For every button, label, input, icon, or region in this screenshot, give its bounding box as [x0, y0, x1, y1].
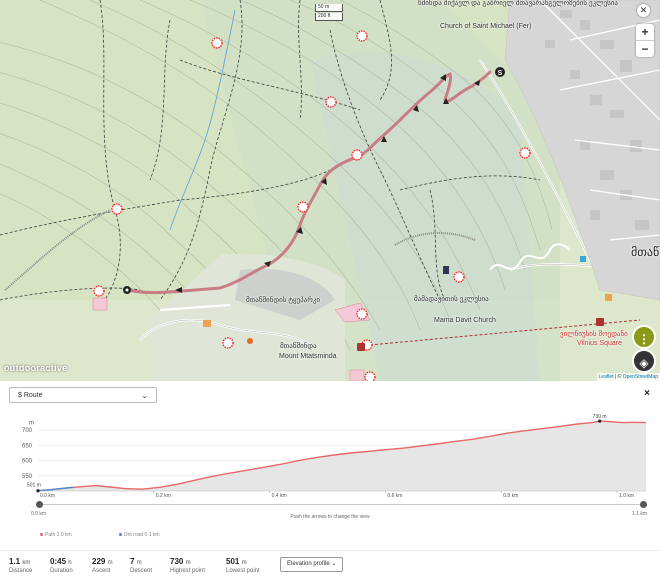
stat-ascent-unit: m — [107, 560, 113, 566]
peak-elevation-label: 730 m — [593, 414, 607, 420]
stat-duration: 0:45 h Duration — [50, 557, 73, 574]
mount-mtatsminda-label: Mount Mtatsminda — [279, 353, 337, 360]
stat-highest-point: 730 m Highest point — [170, 557, 205, 574]
x-tick-label: 0.0 km — [40, 493, 55, 497]
mtatsminda-park-label: მთაწმინდის ტყეპარკი — [246, 297, 320, 304]
stat-ascent: 229 m Ascent — [92, 557, 113, 574]
stat-ascent-label: Ascent — [92, 568, 111, 574]
chevron-down-icon: ⌄ — [141, 391, 148, 400]
zoom-out-button[interactable]: − — [636, 41, 654, 57]
chevron-down-icon: ⌄ — [331, 561, 337, 567]
x-tick-label: 1.0 km — [619, 493, 634, 497]
zoom-in-button[interactable]: + — [636, 24, 654, 41]
vilnius-label-ka: ვილნიუსის მოედანი — [560, 331, 628, 338]
stat-duration-value: 0:45 — [50, 557, 67, 566]
x-tick-label: 0.2 km — [156, 493, 171, 497]
map-close-icon[interactable]: ✕ — [637, 4, 650, 17]
elevation-profile-label: Elevation profile — [287, 561, 330, 567]
scale-metric: 50 m — [315, 4, 343, 12]
slider-hint: Push the arrows to change the view — [290, 514, 370, 520]
legend-dirt-road: Dirt road 0.1 km — [119, 532, 160, 538]
elevation-chart[interactable]: 550 600 650 700m 0.0 km 0.2 km 0.4 km 0.6 km 0.8… — [0, 409, 660, 497]
stat-lowest-value: 501 — [226, 557, 240, 566]
y-tick-label: 600 — [22, 459, 33, 465]
stat-descent-label: Descent — [130, 568, 153, 574]
y-axis-unit: m — [29, 421, 34, 427]
stat-duration-unit: h — [68, 560, 72, 566]
panel-close-icon[interactable]: × — [644, 388, 650, 399]
legend-dirt-road-label: Dirt road 0.1 km — [124, 532, 160, 538]
stat-lowest-point: 501 m Lowest point — [226, 557, 260, 574]
mama-daviti-label-en: Mama Davit Church — [434, 317, 496, 324]
mama-daviti-label-ka: მამადავითის ეკლესია — [414, 296, 489, 303]
svg-text:S: S — [498, 70, 503, 77]
church-label-en: Church of Saint Michael (Fer) — [440, 23, 532, 30]
y-tick-label: 650 — [22, 443, 33, 449]
stat-descent: 7 m Descent — [130, 557, 152, 574]
more-options-icon[interactable]: ⋮ — [632, 325, 656, 349]
district-label: მთაწ — [631, 245, 660, 259]
zoom-control: + − — [636, 24, 654, 57]
start-point-marker — [36, 489, 40, 493]
map-scale: 50 m 200 ft — [315, 4, 343, 22]
start-elevation-label: 501 m — [27, 483, 41, 489]
stat-descent-value: 7 — [130, 557, 135, 566]
scale-imperial: 200 ft — [315, 13, 343, 21]
elevation-panel: $ Route ⌄ × 550 600 650 700 m 0.0 km 0.2 km 0.4… — [0, 381, 660, 577]
stat-distance-unit: km — [22, 560, 31, 566]
stat-highest-label: Highest point — [170, 568, 206, 574]
stat-distance-value: 1.1 — [9, 557, 21, 566]
osm-link[interactable]: OpenStreetMap — [623, 374, 658, 380]
y-tick-label: 550 — [22, 474, 33, 480]
map-view[interactable]: S წმინდა მიქაელ და გაბრიელ მთავარანგელოზ… — [0, 0, 660, 381]
x-tick-label: 0.4 km — [272, 493, 287, 497]
range-slider-start-handle[interactable] — [36, 501, 43, 508]
stat-highest-value: 730 — [170, 557, 184, 566]
stat-lowest-unit: m — [241, 560, 247, 566]
range-slider-end-handle[interactable] — [640, 501, 647, 508]
legend-dirt-road-dot — [119, 533, 122, 537]
elevation-area — [38, 421, 646, 491]
stat-lowest-label: Lowest point — [226, 568, 260, 574]
vilnius-label-en: Vilnius Square — [577, 340, 623, 347]
legend-path: Path 1.0 km — [40, 532, 72, 538]
route-select-value: Route — [23, 392, 43, 399]
stat-highest-unit: m — [185, 560, 191, 566]
stat-duration-label: Duration — [50, 568, 73, 574]
range-slider-track[interactable] — [40, 504, 643, 505]
brand-logo: outdooractive — [4, 363, 68, 373]
mtatsminda-label: მთაწმინდა — [280, 343, 317, 350]
x-tick-label: 0.8 km — [503, 493, 518, 497]
layers-icon[interactable]: ◈ — [632, 349, 656, 373]
stats-divider — [0, 550, 660, 551]
map-attribution: Leaflet | © OpenStreetMap — [596, 373, 660, 381]
attribution-separator: | © — [613, 374, 623, 380]
route-select[interactable]: $ Route ⌄ — [9, 387, 157, 403]
stat-distance: 1.1 km Distance — [9, 557, 32, 574]
y-tick-label: 700 — [22, 428, 33, 434]
leaflet-link[interactable]: Leaflet — [599, 374, 614, 380]
x-tick-label: 0.6 km — [387, 493, 402, 497]
stat-descent-unit: m — [136, 560, 142, 566]
map-terrain: S — [0, 0, 660, 381]
legend-path-label: Path 1.0 km — [45, 532, 72, 538]
stat-ascent-value: 229 — [92, 557, 106, 566]
stat-distance-label: Distance — [9, 568, 33, 574]
church-label-ka: წმინდა მიქაელ და გაბრიელ მთავარანგელოზებ… — [418, 0, 618, 7]
legend-path-dot — [40, 533, 43, 537]
elevation-profile-button[interactable]: Elevation profile ⌄ — [280, 557, 344, 572]
